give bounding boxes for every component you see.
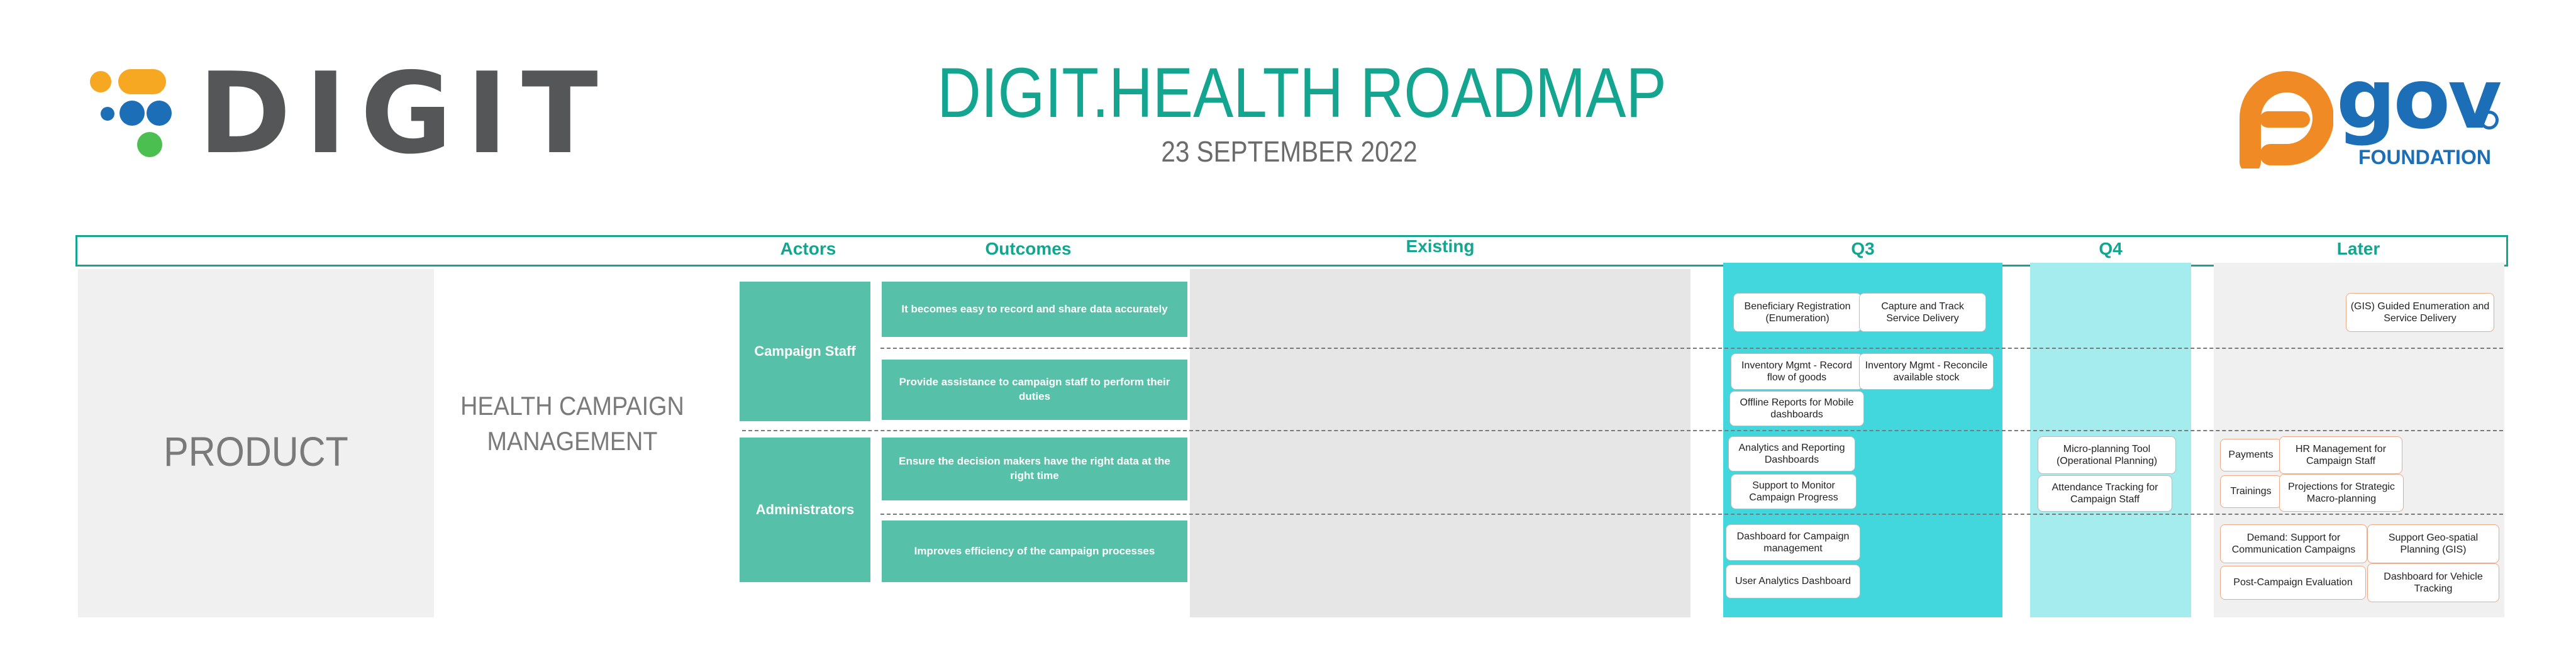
row-separator bbox=[880, 348, 2503, 349]
roadmap-item-later: Post-Campaign Evaluation bbox=[2220, 566, 2366, 600]
column-header-q3: Q3 bbox=[1851, 239, 1875, 258]
roadmap-item-later: Demand: Support for Communication Campai… bbox=[2220, 524, 2367, 563]
outcome-box: Ensure the decision makers have the righ… bbox=[882, 438, 1187, 500]
roadmap-item-later: (GIS) Guided Enumeration and Service Del… bbox=[2346, 293, 2494, 332]
roadmap-item-later: Support Geo-spatial Planning (GIS) bbox=[2367, 524, 2499, 563]
page-date: 23 SEPTEMBER 2022 bbox=[1161, 135, 1418, 168]
column-header-existing: Existing bbox=[1406, 236, 1475, 256]
roadmap-item-q3: User Analytics Dashboard bbox=[1726, 565, 1860, 598]
egov-e-icon bbox=[2240, 71, 2333, 168]
row-separator bbox=[880, 514, 2503, 515]
roadmap-item-q4: Micro-planning Tool (Operational Plannin… bbox=[2038, 436, 2176, 474]
page-title: DIGIT.HEALTH ROADMAP bbox=[937, 53, 1667, 132]
roadmap-item-later: Trainings bbox=[2220, 475, 2282, 508]
outcome-box: Provide assistance to campaign staff to … bbox=[882, 360, 1187, 420]
actor-campaign-staff: Campaign Staff bbox=[740, 282, 870, 421]
roadmap-item-q3: Support to Monitor Campaign Progress bbox=[1731, 474, 1857, 509]
roadmap-item-q3: Inventory Mgmt - Reconcile available sto… bbox=[1859, 353, 1994, 390]
column-header-actors: Actors bbox=[780, 239, 836, 258]
roadmap-item-q3: Dashboard for Campaign management bbox=[1726, 524, 1860, 561]
actor-administrators: Administrators bbox=[740, 438, 870, 582]
egov-wordmark: gov bbox=[2336, 51, 2502, 148]
roadmap-item-q3: Inventory Mgmt - Record flow of goods bbox=[1731, 353, 1863, 390]
outcome-box: It becomes easy to record and share data… bbox=[882, 282, 1187, 337]
roadmap-item-later: Dashboard for Vehicle Tracking bbox=[2367, 563, 2499, 602]
egov-ring-icon bbox=[2480, 111, 2499, 129]
existing-column bbox=[1190, 269, 1690, 617]
roadmap-item-q3: Capture and Track Service Delivery bbox=[1859, 293, 1986, 332]
egov-foundation-label: FOUNDATION bbox=[2358, 146, 2491, 168]
column-header-outcomes: Outcomes bbox=[985, 239, 1072, 258]
roadmap-item-q3: Analytics and Reporting Dashboards bbox=[1728, 436, 1855, 471]
roadmap-item-q3: Offline Reports for Mobile dashboards bbox=[1729, 391, 1864, 426]
roadmap-item-q4: Attendance Tracking for Campaign Staff bbox=[2038, 475, 2172, 512]
product-label: PRODUCT bbox=[164, 428, 348, 475]
roadmap-item-later: HR Management for Campaign Staff bbox=[2279, 436, 2402, 474]
digit-wordmark: DIGIT bbox=[198, 48, 612, 179]
column-header-later: Later bbox=[2336, 239, 2380, 258]
roadmap-item-later: Projections for Strategic Macro-planning bbox=[2279, 474, 2404, 512]
row-separator bbox=[742, 430, 2503, 431]
column-header-q4: Q4 bbox=[2099, 239, 2123, 258]
product-name-label: HEALTH CAMPAIGN MANAGEMENT bbox=[460, 391, 684, 456]
roadmap-item-later: Payments bbox=[2220, 439, 2282, 471]
roadmap-item-q3: Beneficiary Registration (Enumeration) bbox=[1733, 293, 1862, 332]
outcome-box: Improves efficiency of the campaign proc… bbox=[882, 521, 1187, 582]
